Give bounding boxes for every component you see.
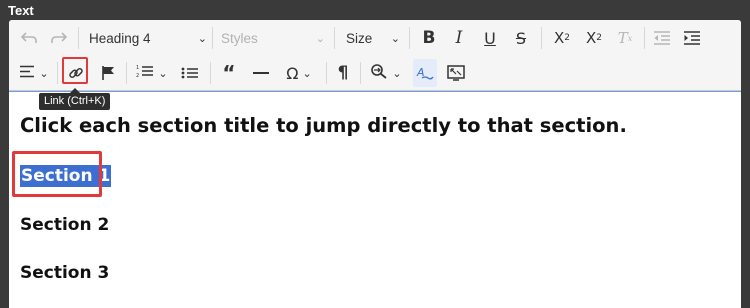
editor-content-area[interactable]: Click each section title to jump directl…: [9, 91, 741, 308]
section-3-heading[interactable]: Section 3: [20, 263, 109, 283]
special-char-dropdown[interactable]: Ω ⌄: [279, 59, 319, 87]
chevron-down-icon: ⌄: [158, 66, 168, 80]
numbered-list-dropdown[interactable]: 12 ⌄: [133, 59, 171, 87]
heading-format-dropdown[interactable]: Heading 4 ⌄: [89, 24, 207, 52]
toolbar-separator: [326, 62, 327, 84]
section-1-highlight-box: [12, 151, 102, 197]
font-size-dropdown[interactable]: Size ⌄: [346, 24, 400, 52]
toolbar-row-1: Heading 4 ⌄ Styles ⌄ Size ⌄ B I U S X2 X…: [9, 22, 741, 54]
horizontal-line-icon[interactable]: [249, 59, 273, 87]
styles-dropdown[interactable]: Styles ⌄: [221, 24, 325, 52]
indent-icon[interactable]: [679, 24, 705, 52]
italic-icon[interactable]: I: [447, 24, 471, 52]
svg-text:2: 2: [136, 73, 139, 78]
toolbar-separator: [644, 27, 645, 49]
blockquote-icon[interactable]: “: [217, 59, 241, 87]
strikethrough-icon[interactable]: S: [509, 24, 533, 52]
toolbar-separator: [360, 62, 361, 84]
toolbar-separator: [126, 62, 127, 84]
font-size-value: Size: [346, 30, 373, 46]
chevron-down-icon: ⌄: [392, 66, 402, 80]
underline-icon[interactable]: U: [478, 24, 502, 52]
editor-toolbar: Heading 4 ⌄ Styles ⌄ Size ⌄ B I U S X2 X…: [9, 20, 741, 91]
toolbar-separator: [212, 27, 213, 49]
rich-text-editor: Heading 4 ⌄ Styles ⌄ Size ⌄ B I U S X2 X…: [9, 20, 741, 308]
panel-label: Text: [8, 3, 34, 18]
special-char-icon: Ω: [286, 63, 299, 83]
intro-heading: Click each section title to jump directl…: [20, 114, 627, 137]
toolbar-separator: [210, 62, 211, 84]
link-tooltip: Link (Ctrl+K): [39, 88, 111, 110]
chevron-down-icon: ⌄: [315, 31, 325, 45]
spellcheck-icon[interactable]: A: [413, 59, 437, 87]
section-2-heading[interactable]: Section 2: [20, 215, 109, 235]
undo-icon[interactable]: [17, 24, 41, 52]
chevron-down-icon: ⌄: [390, 31, 400, 45]
superscript-icon[interactable]: X2: [581, 24, 607, 52]
toolbar-row-2: ⌄ 12 ⌄ “ Ω ⌄ ¶ ⌄ A: [9, 57, 741, 89]
chevron-down-icon: ⌄: [197, 31, 207, 45]
bulleted-list-icon[interactable]: [177, 59, 203, 87]
toolbar-separator: [409, 27, 410, 49]
maximize-icon[interactable]: [443, 59, 469, 87]
chevron-down-icon: ⌄: [302, 66, 312, 80]
toolbar-separator: [334, 27, 335, 49]
toolbar-separator: [78, 27, 79, 49]
styles-value: Styles: [221, 30, 258, 46]
find-replace-dropdown[interactable]: ⌄: [366, 59, 406, 87]
link-button-highlight: [62, 57, 88, 84]
chevron-down-icon: ⌄: [39, 66, 49, 80]
remove-format-icon[interactable]: Tx: [613, 24, 637, 52]
anchor-flag-icon[interactable]: [96, 59, 120, 87]
toolbar-separator: [57, 62, 58, 84]
subscript-icon[interactable]: X2: [549, 24, 575, 52]
find-replace-icon: [370, 63, 388, 83]
toolbar-separator: [541, 27, 542, 49]
svg-text:1: 1: [136, 65, 139, 71]
bold-icon[interactable]: B: [417, 24, 441, 52]
numbered-list-icon: 12: [136, 64, 154, 82]
heading-format-value: Heading 4: [89, 30, 151, 46]
outdent-icon[interactable]: [649, 24, 675, 52]
redo-icon[interactable]: [47, 24, 71, 52]
align-icon: [19, 64, 35, 82]
show-blocks-icon[interactable]: ¶: [331, 59, 355, 87]
align-dropdown[interactable]: ⌄: [17, 59, 51, 87]
